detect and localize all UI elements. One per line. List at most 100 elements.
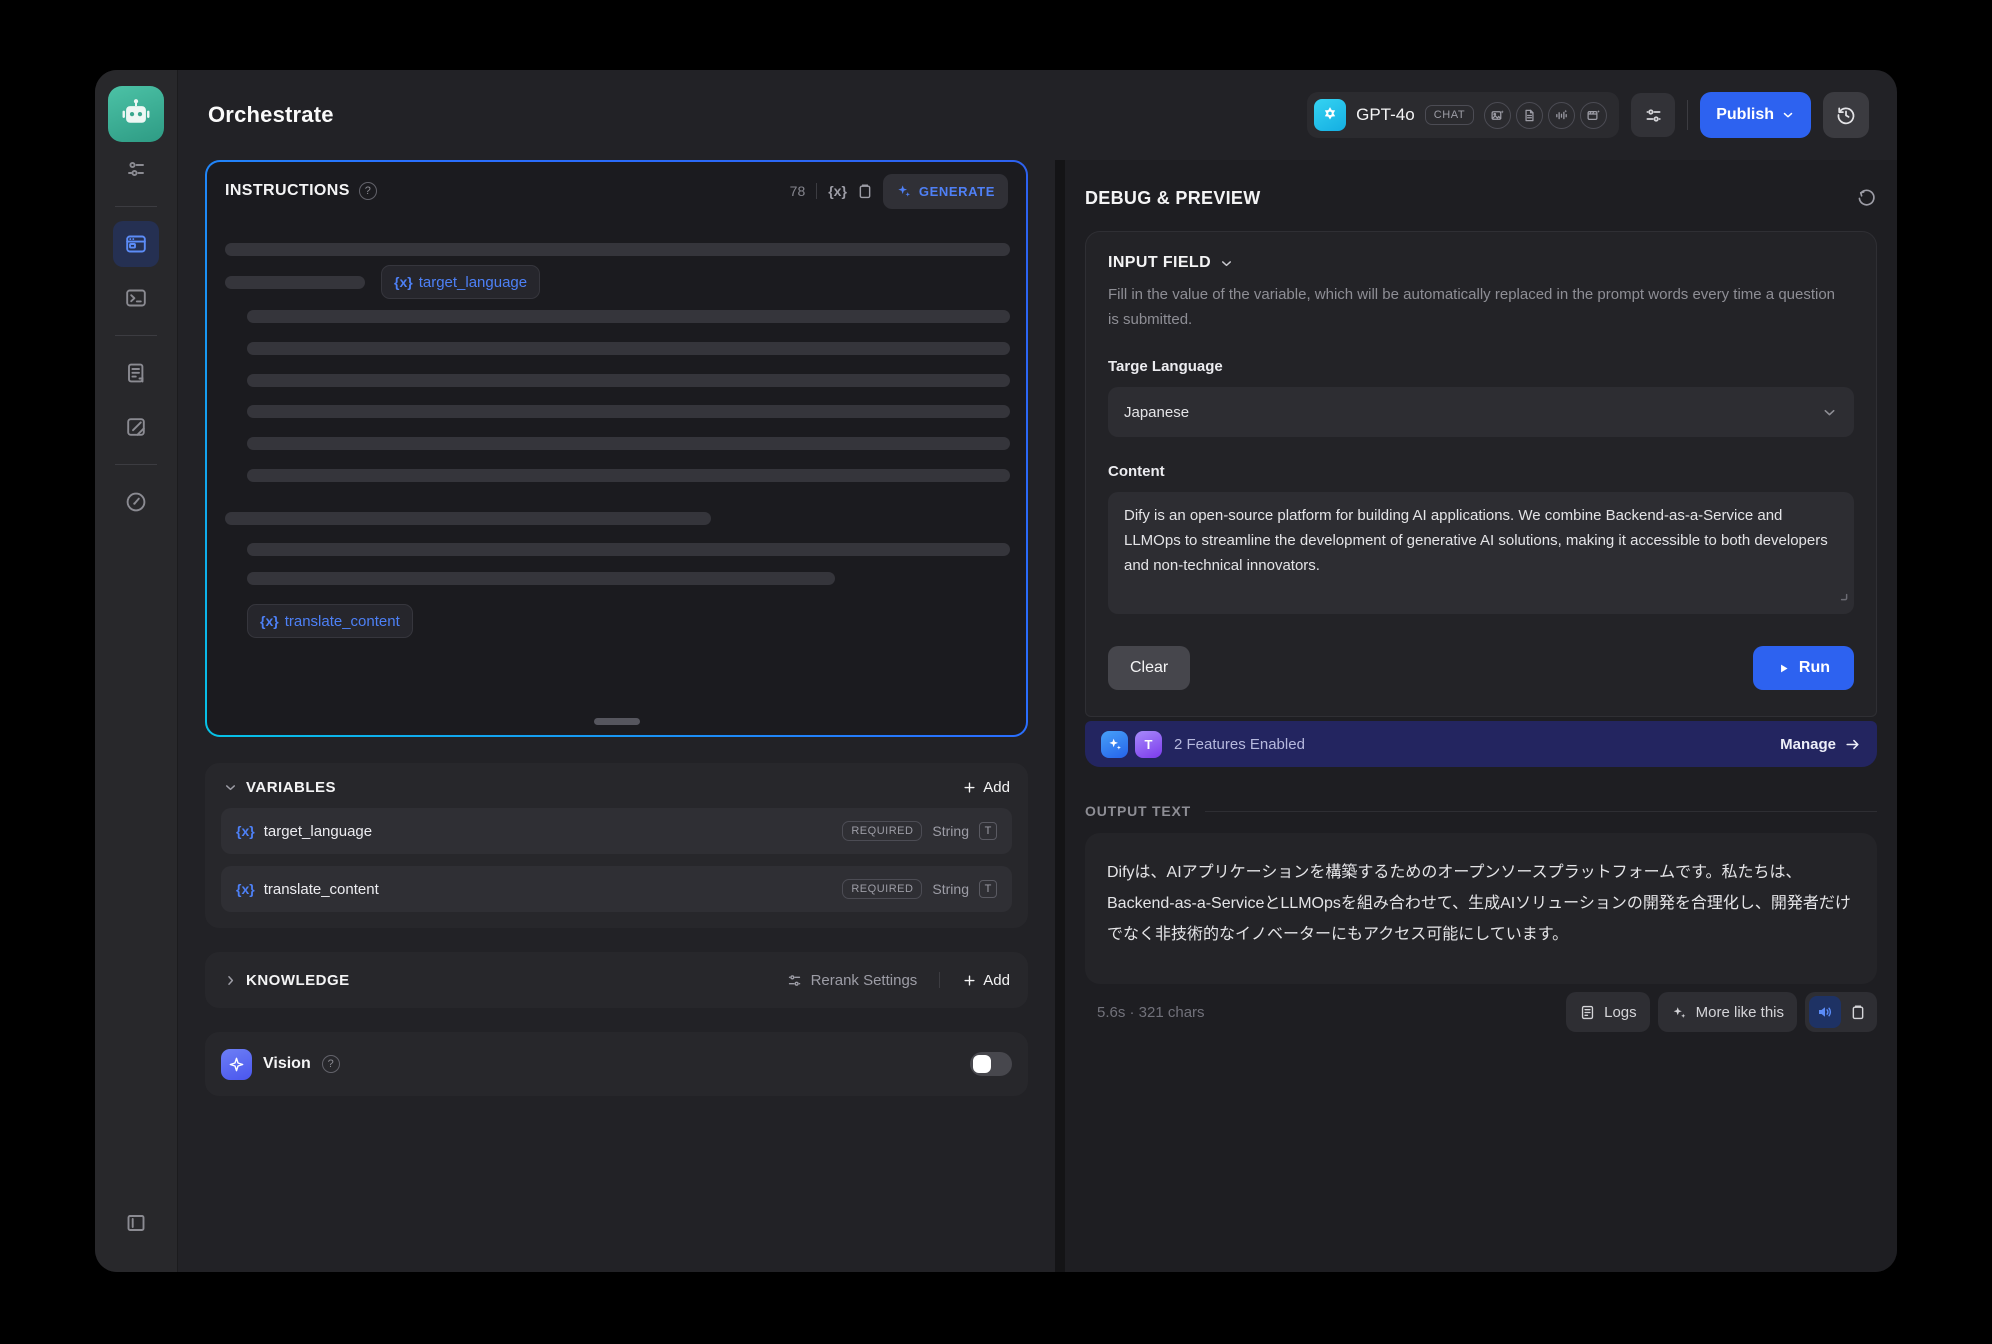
string-type-icon[interactable]: T xyxy=(979,880,997,898)
knowledge-section: KNOWLEDGE Rerank Settings Add xyxy=(205,952,1028,1008)
manage-features-button[interactable]: Manage xyxy=(1780,736,1861,753)
sliders-icon xyxy=(124,157,148,181)
generate-button[interactable]: GENERATE xyxy=(883,174,1008,209)
instructions-header: INSTRUCTIONS ? 78 {x} GENERATE xyxy=(207,162,1026,220)
clear-label: Clear xyxy=(1130,659,1168,677)
rail-divider xyxy=(115,335,157,336)
add-variable-button[interactable]: Add xyxy=(962,779,1010,796)
history-button[interactable] xyxy=(1823,92,1869,138)
features-enabled-text: 2 Features Enabled xyxy=(1174,736,1305,753)
skeleton-line xyxy=(225,276,365,289)
collapse-sidebar-button[interactable] xyxy=(113,1200,159,1246)
sidebar-item-orchestrate[interactable] xyxy=(113,221,159,267)
debug-pane: DEBUG & PREVIEW INPUT FIELD Fill in the … xyxy=(1065,160,1897,1272)
run-button[interactable]: Run xyxy=(1753,646,1854,690)
variable-symbol: {x} xyxy=(236,881,255,897)
sparkle-icon xyxy=(896,183,912,199)
rerank-label: Rerank Settings xyxy=(811,972,918,989)
target-language-label: Targe Language xyxy=(1108,358,1854,375)
logs-label: Logs xyxy=(1604,1004,1637,1021)
required-badge: REQUIRED xyxy=(842,879,922,899)
insert-variable-button[interactable]: {x} xyxy=(828,183,847,199)
speaker-button[interactable] xyxy=(1809,996,1841,1028)
page-title: Orchestrate xyxy=(208,102,334,128)
clipboard-icon xyxy=(1849,1003,1867,1021)
rail-divider xyxy=(115,206,157,207)
variable-type: String xyxy=(932,881,969,897)
model-selector[interactable]: GPT-4o CHAT xyxy=(1307,92,1619,138)
output-text: Difyは、AIアプリケーションを構築するためのオープンソースプラットフォームで… xyxy=(1107,857,1855,950)
more-like-this-button[interactable]: More like this xyxy=(1658,992,1797,1032)
reset-debug-button[interactable] xyxy=(1856,188,1877,209)
help-icon[interactable]: ? xyxy=(359,182,377,200)
vision-toggle[interactable] xyxy=(970,1052,1012,1076)
tts-feature-icon: T xyxy=(1135,731,1162,758)
logs-button[interactable]: Logs xyxy=(1566,992,1650,1032)
add-label: Add xyxy=(983,779,1010,796)
model-name: GPT-4o xyxy=(1356,105,1415,125)
app-avatar[interactable] xyxy=(108,86,164,142)
add-knowledge-button[interactable]: Add xyxy=(962,972,1010,989)
clear-button[interactable]: Clear xyxy=(1108,646,1190,690)
sidebar-item-logs[interactable] xyxy=(113,350,159,396)
variable-chip-translate-content[interactable]: {x} translate_content xyxy=(247,604,413,638)
vision-capability-icon[interactable] xyxy=(1484,102,1511,129)
variable-chip-target-language[interactable]: {x} target_language xyxy=(381,265,540,299)
variable-symbol: {x} xyxy=(236,823,255,839)
audio-capability-icon[interactable] xyxy=(1548,102,1575,129)
instructions-title: INSTRUCTIONS xyxy=(225,182,350,200)
model-parameters-button[interactable] xyxy=(1631,93,1675,137)
toolbar-divider xyxy=(816,183,817,199)
model-capabilities xyxy=(1484,102,1607,129)
features-bar[interactable]: T 2 Features Enabled Manage xyxy=(1085,721,1877,767)
copy-output-button[interactable] xyxy=(1845,999,1871,1025)
prompt-editor[interactable]: {x} target_language xyxy=(207,220,1026,735)
chevron-down-icon[interactable] xyxy=(223,780,238,795)
target-language-select[interactable]: Japanese xyxy=(1108,387,1854,437)
skeleton-line xyxy=(247,469,1010,482)
skeleton-line xyxy=(247,374,1010,387)
sliders-icon xyxy=(1643,105,1664,126)
window-icon xyxy=(124,232,148,256)
plus-icon xyxy=(962,973,977,988)
variable-symbol: {x} xyxy=(260,613,279,629)
textarea-resize-icon[interactable] xyxy=(1837,584,1848,609)
variables-section: VARIABLES Add {x} target_language REQUIR… xyxy=(205,763,1028,928)
chevron-down-icon xyxy=(1781,108,1795,122)
string-type-icon[interactable]: T xyxy=(979,822,997,840)
variable-row[interactable]: {x} target_language REQUIRED String T xyxy=(221,808,1012,854)
sidebar-item-monitoring[interactable] xyxy=(113,479,159,525)
copy-prompt-button[interactable] xyxy=(856,182,874,200)
rail-divider xyxy=(115,464,157,465)
left-rail xyxy=(95,70,178,1272)
output-stats: 5.6s · 321 chars xyxy=(1085,1004,1205,1021)
sidebar-item-settings[interactable] xyxy=(113,146,159,192)
clipboard-icon xyxy=(856,182,874,200)
input-field-header[interactable]: INPUT FIELD xyxy=(1108,254,1854,272)
publish-label: Publish xyxy=(1716,106,1774,124)
output-divider xyxy=(1205,811,1877,812)
content-textarea[interactable]: Dify is an open-source platform for buil… xyxy=(1108,492,1854,614)
chevron-right-icon[interactable] xyxy=(223,973,238,988)
variables-title: VARIABLES xyxy=(246,779,336,796)
rerank-settings-button[interactable]: Rerank Settings xyxy=(786,972,918,989)
toggle-knob xyxy=(973,1055,991,1073)
variable-row[interactable]: {x} translate_content REQUIRED String T xyxy=(221,866,1012,912)
help-icon[interactable]: ? xyxy=(322,1055,340,1073)
vision-section: Vision ? xyxy=(205,1032,1028,1096)
sidebar-item-terminal[interactable] xyxy=(113,275,159,321)
video-capability-icon[interactable] xyxy=(1580,102,1607,129)
orchestrate-pane: INSTRUCTIONS ? 78 {x} GENERATE xyxy=(178,160,1055,1272)
variable-symbol: {x} xyxy=(394,274,413,290)
publish-button[interactable]: Publish xyxy=(1700,92,1811,138)
restore-history-icon xyxy=(1835,104,1857,126)
tts-letter: T xyxy=(1145,737,1153,752)
run-label: Run xyxy=(1799,659,1830,677)
output-card: Difyは、AIアプリケーションを構築するためのオープンソースプラットフォームで… xyxy=(1085,833,1877,984)
document-capability-icon[interactable] xyxy=(1516,102,1543,129)
resize-handle[interactable] xyxy=(594,718,640,725)
skeleton-line xyxy=(247,405,1010,418)
pane-resizer[interactable] xyxy=(1055,160,1065,1272)
sliders-icon xyxy=(786,972,803,989)
sidebar-item-annotation[interactable] xyxy=(113,404,159,450)
